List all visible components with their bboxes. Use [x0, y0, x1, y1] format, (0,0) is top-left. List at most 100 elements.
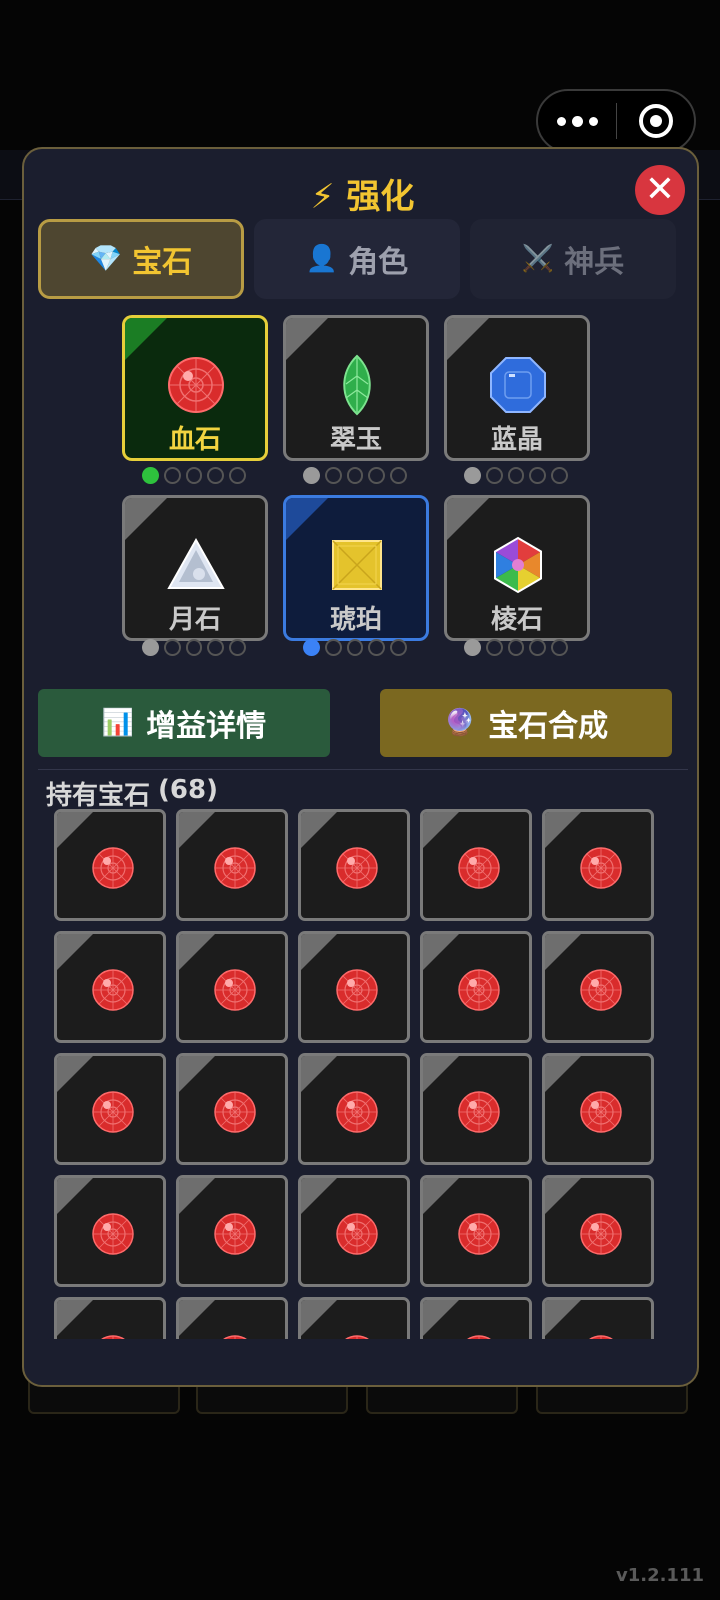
owned-gem-slot[interactable]	[54, 809, 166, 921]
gem-card-moonstone[interactable]: 月石	[122, 495, 268, 641]
tab-label: 角色	[348, 245, 409, 280]
section-divider	[38, 769, 688, 770]
red-orb-gem-icon	[214, 1091, 256, 1133]
red-orb-gem-icon	[580, 969, 622, 1011]
owned-gem-slot[interactable]	[54, 931, 166, 1043]
red-orb-gem-icon	[214, 847, 256, 889]
owned-gem-slot[interactable]	[420, 931, 532, 1043]
gem-synthesis-label: 宝石合成	[488, 709, 609, 744]
miniprogram-close-button[interactable]	[617, 91, 694, 151]
gem-name: 琥珀	[329, 605, 382, 635]
gem-card-amber[interactable]: 琥珀	[283, 495, 429, 641]
owned-gem-slot[interactable]	[542, 1175, 654, 1287]
red-orb-gem-icon	[580, 847, 622, 889]
miniprogram-capsule	[536, 89, 696, 153]
version-label: v1.2.111	[615, 1565, 704, 1586]
red-orb-gem-icon	[168, 357, 224, 413]
close-button[interactable]: ✕	[635, 165, 685, 215]
more-dot-icon	[588, 116, 598, 126]
tab-weapon[interactable]: ⚔️ 神兵	[470, 219, 676, 299]
owned-gem-slot[interactable]	[542, 1053, 654, 1165]
red-orb-gem-icon	[467, 1335, 491, 1339]
owned-gem-slot[interactable]	[176, 931, 288, 1043]
owned-gem-slot[interactable]	[420, 1297, 532, 1339]
red-orb-gem-icon	[580, 1213, 622, 1255]
owned-gems-grid[interactable]	[54, 809, 674, 1339]
more-menu-button[interactable]	[538, 91, 616, 151]
lightning-icon: ⚡	[310, 177, 335, 217]
owned-gem-slot[interactable]	[176, 809, 288, 921]
tab-gems[interactable]: 💎 宝石	[38, 219, 244, 299]
red-orb-gem-icon	[336, 1213, 378, 1255]
red-orb-gem-icon	[336, 1091, 378, 1133]
tab-bar: 💎 宝石 👤 角色 ⚔️ 神兵	[38, 219, 688, 301]
gem-level-dots	[464, 639, 568, 657]
red-orb-gem-icon	[214, 1213, 256, 1255]
red-orb-gem-icon	[223, 1335, 247, 1339]
owned-gem-slot[interactable]	[420, 1053, 532, 1165]
owned-gem-slot[interactable]	[176, 1053, 288, 1165]
owned-gem-slot[interactable]	[54, 1297, 166, 1339]
gem-level-dots	[303, 639, 407, 657]
gem-name: 血石	[168, 425, 221, 455]
owned-gem-slot[interactable]	[298, 1297, 410, 1339]
owned-gem-slot[interactable]	[298, 809, 410, 921]
owned-gems-heading: 持有宝石 (68)	[46, 775, 218, 812]
tab-label: 宝石	[132, 245, 193, 280]
buff-details-button[interactable]: 📊 增益详情	[38, 689, 330, 757]
red-orb-gem-icon	[336, 969, 378, 1011]
red-orb-gem-icon	[336, 847, 378, 889]
red-orb-gem-icon	[458, 1091, 500, 1133]
enhance-panel: ⚡ 强化 ✕ 💎 宝石 👤 角色 ⚔️ 神兵 血石 翠玉 蓝晶 月石 琥珀 棱石…	[22, 147, 699, 1387]
owned-gem-slot[interactable]	[542, 931, 654, 1043]
crossed-swords-icon: ⚔️	[521, 244, 555, 274]
close-icon: ✕	[644, 169, 676, 210]
target-icon	[638, 104, 673, 138]
owned-gem-slot[interactable]	[54, 1175, 166, 1287]
tab-character[interactable]: 👤 角色	[254, 219, 460, 299]
red-orb-gem-icon	[92, 847, 134, 889]
gem-card-jade[interactable]: 翠玉	[283, 315, 429, 461]
more-dot-icon	[571, 115, 583, 127]
owned-gem-slot[interactable]	[298, 1175, 410, 1287]
gem-level-dots	[142, 467, 246, 485]
red-orb-gem-icon	[458, 969, 500, 1011]
gem-card-prism-stone[interactable]: 棱石	[444, 495, 590, 641]
red-orb-gem-icon	[458, 847, 500, 889]
gem-level-dots	[464, 467, 568, 485]
bar-chart-icon: 📊	[101, 708, 135, 738]
owned-gem-slot[interactable]	[420, 809, 532, 921]
owned-gem-slot[interactable]	[298, 1053, 410, 1165]
red-orb-gem-icon	[92, 1213, 134, 1255]
gem-level-dots	[142, 639, 246, 657]
gem-name: 月石	[168, 605, 221, 635]
gem-card-sapphire[interactable]: 蓝晶	[444, 315, 590, 461]
owned-gems-label: 持有宝石	[46, 781, 151, 811]
red-orb-gem-icon	[214, 969, 256, 1011]
person-icon: 👤	[305, 244, 339, 274]
blue-octagon-gem-icon	[490, 357, 546, 413]
red-orb-gem-icon	[345, 1335, 369, 1339]
green-leaf-gem-icon	[343, 354, 371, 416]
gem-card-blood-stone[interactable]: 血石	[122, 315, 268, 461]
owned-gem-slot[interactable]	[420, 1175, 532, 1287]
gem-synthesis-button[interactable]: 🔮 宝石合成	[380, 689, 672, 757]
owned-gem-slot[interactable]	[542, 1297, 654, 1339]
white-triangle-gem-icon	[167, 537, 225, 589]
owned-gem-slot[interactable]	[176, 1175, 288, 1287]
owned-gem-slot[interactable]	[176, 1297, 288, 1339]
buff-details-label: 增益详情	[146, 709, 267, 744]
panel-title: ⚡ 强化	[24, 169, 697, 218]
red-orb-gem-icon	[458, 1213, 500, 1255]
owned-gem-slot[interactable]	[298, 931, 410, 1043]
owned-gem-slot[interactable]	[54, 1053, 166, 1165]
red-orb-gem-icon	[92, 1091, 134, 1133]
gem-level-dots	[303, 467, 407, 485]
tab-label: 神兵	[564, 245, 625, 280]
crystal-ball-icon: 🔮	[443, 708, 477, 738]
rainbow-hexagon-gem-icon	[494, 536, 542, 594]
owned-gem-slot[interactable]	[542, 809, 654, 921]
gem-name: 蓝晶	[490, 425, 543, 455]
red-orb-gem-icon	[589, 1335, 613, 1339]
red-orb-gem-icon	[580, 1091, 622, 1133]
